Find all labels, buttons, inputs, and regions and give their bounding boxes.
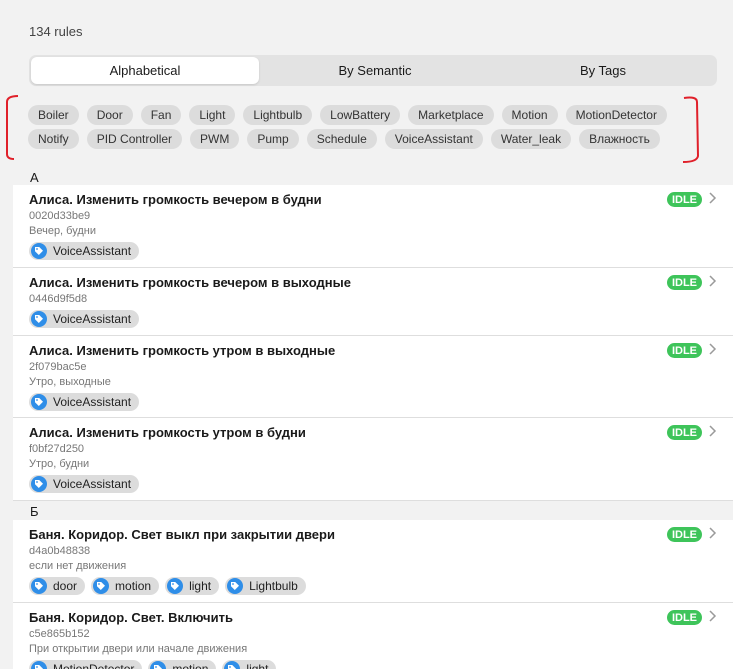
rule-tags: VoiceAssistant bbox=[29, 393, 140, 411]
tag-filter-chip[interactable]: Door bbox=[86, 105, 133, 125]
rule-tag-label: motion bbox=[172, 662, 209, 669]
chevron-right-icon bbox=[707, 424, 717, 438]
rule-tag[interactable]: light bbox=[222, 660, 277, 669]
status-badge: IDLE bbox=[666, 527, 702, 542]
sort-tabs: Alphabetical By Semantic By Tags bbox=[29, 55, 717, 86]
rule-tag[interactable]: VoiceAssistant bbox=[29, 310, 140, 328]
tag-icon bbox=[227, 578, 244, 594]
rule-row[interactable]: Баня. Коридор. Свет. Включить c5e865b152 П… bbox=[13, 603, 733, 669]
rule-description: если нет движения bbox=[29, 560, 127, 572]
group-header: А bbox=[13, 167, 733, 187]
rule-tag-label: light bbox=[189, 579, 212, 593]
tag-filter-chip[interactable]: Water_leak bbox=[490, 129, 572, 149]
tag-icon bbox=[31, 476, 47, 492]
tag-filter-list: Boiler Door Fan Light Lightbulb LowBattery Mar… bbox=[28, 105, 668, 149]
rule-tag[interactable]: VoiceAssistant bbox=[29, 393, 140, 411]
tag-filter-chip[interactable]: MotionDetector bbox=[565, 105, 667, 125]
rule-title: Алиса. Изменить громкость вечером в будн… bbox=[29, 192, 322, 207]
rule-row[interactable]: Алиса. Изменить громкость утром в выходн… bbox=[13, 336, 733, 418]
rule-description: Утро, будни bbox=[29, 458, 90, 470]
rule-id: f0bf27d250 bbox=[29, 443, 85, 455]
status-badge: IDLE bbox=[666, 610, 702, 625]
rule-tags: MotionDetector motion light bbox=[29, 660, 277, 669]
tag-filter-chip[interactable]: LowBattery bbox=[320, 105, 401, 125]
rule-title: Алиса. Изменить громкость вечером в выхо… bbox=[29, 275, 351, 290]
rule-tag[interactable]: light bbox=[165, 577, 220, 595]
tag-filter-chip[interactable]: Light bbox=[189, 105, 236, 125]
tab-by-tags[interactable]: By Tags bbox=[489, 55, 717, 86]
tab-by-semantic[interactable]: By Semantic bbox=[261, 55, 489, 86]
rule-count: 134 rules bbox=[29, 24, 83, 39]
tag-icon bbox=[31, 661, 47, 669]
tag-filter-chip[interactable]: Schedule bbox=[306, 129, 377, 149]
tag-filter-chip[interactable]: Boiler bbox=[28, 105, 79, 125]
tag-icon bbox=[150, 661, 167, 669]
rule-id: 0446d9f5d8 bbox=[29, 293, 88, 305]
chevron-right-icon bbox=[707, 274, 717, 288]
tag-filter-chip[interactable]: Влажность bbox=[579, 129, 660, 149]
tag-icon bbox=[31, 578, 47, 594]
rule-tags: VoiceAssistant bbox=[29, 242, 140, 260]
rule-tag-label: motion bbox=[115, 579, 152, 593]
rule-row[interactable]: Алиса. Изменить громкость вечером в будн… bbox=[13, 185, 733, 268]
rule-tag-label: MotionDetector bbox=[53, 662, 135, 669]
tag-icon bbox=[93, 578, 110, 594]
rule-tag[interactable]: Lightbulb bbox=[225, 577, 306, 595]
tag-icon bbox=[31, 243, 47, 259]
tag-icon bbox=[31, 394, 47, 410]
rule-title: Баня. Коридор. Свет. Включить bbox=[29, 610, 233, 625]
rule-id: 0020d33be9 bbox=[29, 210, 91, 222]
rule-tag[interactable]: VoiceAssistant bbox=[29, 475, 140, 493]
rule-tag[interactable]: motion bbox=[148, 660, 217, 669]
tag-filter-chip[interactable]: Lightbulb bbox=[243, 105, 313, 125]
rule-tag[interactable]: motion bbox=[91, 577, 160, 595]
rule-tag-label: VoiceAssistant bbox=[53, 477, 132, 491]
rule-title: Баня. Коридор. Свет выкл при закрытии дв… bbox=[29, 527, 335, 542]
tag-filter-chip[interactable]: Pump bbox=[247, 129, 299, 149]
rule-tag-label: Lightbulb bbox=[249, 579, 298, 593]
status-badge: IDLE bbox=[666, 192, 702, 207]
chevron-right-icon bbox=[707, 191, 717, 205]
tag-filter-chip[interactable]: PWM bbox=[190, 129, 240, 149]
tag-icon bbox=[224, 661, 241, 669]
chevron-right-icon bbox=[707, 342, 717, 356]
tab-alphabetical[interactable]: Alphabetical bbox=[31, 57, 259, 84]
tag-filter-chip[interactable]: Marketplace bbox=[408, 105, 494, 125]
rule-tag-label: light bbox=[246, 662, 269, 669]
tag-filter-chip[interactable]: PID Controller bbox=[86, 129, 183, 149]
rule-tags: VoiceAssistant bbox=[29, 475, 140, 493]
rule-title: Алиса. Изменить громкость утром в выходн… bbox=[29, 343, 336, 358]
rule-tag-label: VoiceAssistant bbox=[53, 395, 132, 409]
rule-row[interactable]: Алиса. Изменить громкость утром в будни f… bbox=[13, 418, 733, 501]
tag-filter-chip[interactable]: Fan bbox=[140, 105, 182, 125]
tag-filter-chip[interactable]: VoiceAssistant bbox=[384, 129, 483, 149]
tag-icon bbox=[31, 311, 47, 327]
rule-id: d4a0b48838 bbox=[29, 545, 91, 557]
rule-row[interactable]: Алиса. Изменить громкость вечером в выхо… bbox=[13, 268, 733, 336]
rule-tag-label: VoiceAssistant bbox=[53, 244, 132, 258]
status-badge: IDLE bbox=[666, 275, 702, 290]
rule-id: c5e865b152 bbox=[29, 628, 90, 640]
chevron-right-icon bbox=[707, 526, 717, 540]
rule-tag[interactable]: door bbox=[29, 577, 86, 595]
tag-icon bbox=[167, 578, 184, 594]
rule-title: Алиса. Изменить громкость утром в будни bbox=[29, 425, 306, 440]
rule-tag-label: VoiceAssistant bbox=[53, 312, 132, 326]
rule-row[interactable]: Баня. Коридор. Свет выкл при закрытии дв… bbox=[13, 520, 733, 603]
group-header: Б bbox=[13, 501, 733, 521]
chevron-right-icon bbox=[707, 609, 717, 623]
rule-tag[interactable]: VoiceAssistant bbox=[29, 242, 140, 260]
rule-tag[interactable]: MotionDetector bbox=[29, 660, 143, 669]
rule-tags: door motion light Lightbulb bbox=[29, 577, 306, 595]
status-badge: IDLE bbox=[666, 425, 702, 440]
rule-description: Утро, выходные bbox=[29, 376, 111, 388]
rule-id: 2f079bac5e bbox=[29, 361, 87, 373]
rule-tags: VoiceAssistant bbox=[29, 310, 140, 328]
tag-filter-chip[interactable]: Notify bbox=[28, 129, 79, 149]
rule-description: При открытии двери или начале движения bbox=[29, 643, 248, 655]
status-badge: IDLE bbox=[666, 343, 702, 358]
tag-filter-chip[interactable]: Motion bbox=[501, 105, 558, 125]
rule-tag-label: door bbox=[53, 579, 78, 593]
rule-description: Вечер, будни bbox=[29, 225, 96, 237]
